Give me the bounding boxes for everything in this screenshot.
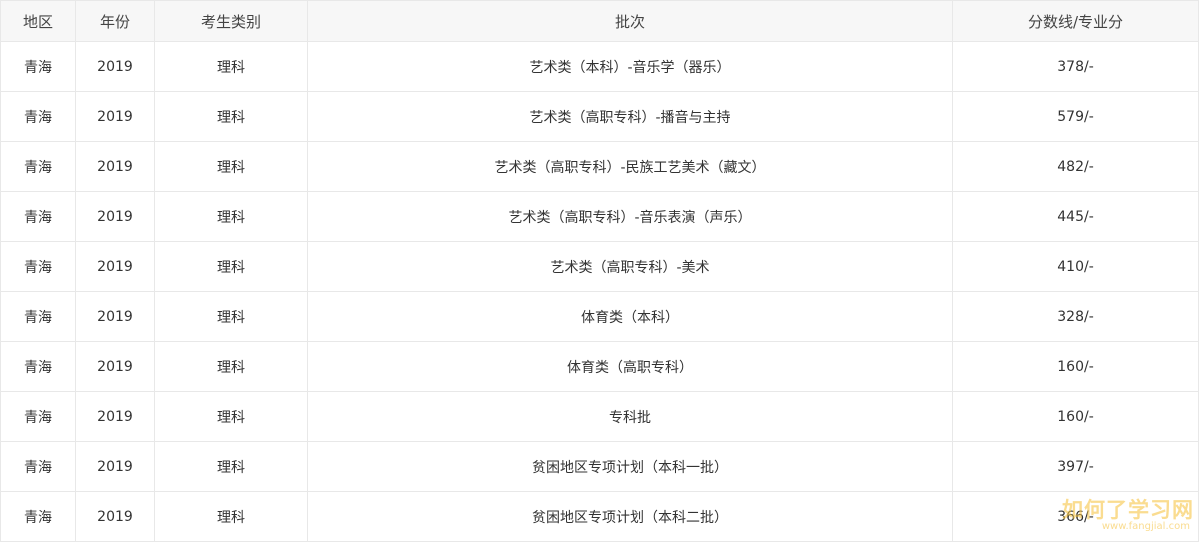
cell-score: 366/- bbox=[952, 491, 1199, 542]
table-row: 青海 2019 理科 艺术类（高职专科）-美术 410/- bbox=[0, 241, 1199, 292]
table-row: 青海 2019 理科 贫困地区专项计划（本科一批） 397/- bbox=[0, 441, 1199, 492]
cell-score: 397/- bbox=[952, 441, 1199, 492]
header-score: 分数线/专业分 bbox=[952, 0, 1199, 42]
cell-region: 青海 bbox=[0, 141, 76, 192]
cell-batch: 艺术类（高职专科）-民族工艺美术（藏文） bbox=[307, 141, 953, 192]
cell-batch: 艺术类（本科）-音乐学（器乐） bbox=[307, 41, 953, 92]
cell-category: 理科 bbox=[154, 441, 308, 492]
cell-score: 482/- bbox=[952, 141, 1199, 192]
cell-batch: 贫困地区专项计划（本科二批） bbox=[307, 491, 953, 542]
table-row: 青海 2019 理科 贫困地区专项计划（本科二批） 366/- bbox=[0, 491, 1199, 542]
header-region: 地区 bbox=[0, 0, 76, 42]
cell-year: 2019 bbox=[75, 41, 155, 92]
cell-region: 青海 bbox=[0, 441, 76, 492]
header-category: 考生类别 bbox=[154, 0, 308, 42]
score-table: 地区 年份 考生类别 批次 分数线/专业分 青海 2019 理科 艺术类（本科）… bbox=[0, 0, 1199, 542]
cell-batch: 艺术类（高职专科）-美术 bbox=[307, 241, 953, 292]
table-row: 青海 2019 理科 艺术类（本科）-音乐学（器乐） 378/- bbox=[0, 41, 1199, 92]
cell-batch: 贫困地区专项计划（本科一批） bbox=[307, 441, 953, 492]
cell-region: 青海 bbox=[0, 191, 76, 242]
cell-category: 理科 bbox=[154, 41, 308, 92]
cell-score: 410/- bbox=[952, 241, 1199, 292]
cell-score: 378/- bbox=[952, 41, 1199, 92]
cell-region: 青海 bbox=[0, 491, 76, 542]
cell-year: 2019 bbox=[75, 241, 155, 292]
header-year: 年份 bbox=[75, 0, 155, 42]
cell-region: 青海 bbox=[0, 241, 76, 292]
cell-category: 理科 bbox=[154, 91, 308, 142]
cell-score: 160/- bbox=[952, 391, 1199, 442]
cell-year: 2019 bbox=[75, 341, 155, 392]
cell-batch: 艺术类（高职专科）-播音与主持 bbox=[307, 91, 953, 142]
cell-year: 2019 bbox=[75, 391, 155, 442]
cell-category: 理科 bbox=[154, 141, 308, 192]
cell-region: 青海 bbox=[0, 41, 76, 92]
cell-score: 579/- bbox=[952, 91, 1199, 142]
cell-year: 2019 bbox=[75, 141, 155, 192]
cell-score: 328/- bbox=[952, 291, 1199, 342]
cell-year: 2019 bbox=[75, 291, 155, 342]
cell-year: 2019 bbox=[75, 491, 155, 542]
cell-category: 理科 bbox=[154, 191, 308, 242]
cell-region: 青海 bbox=[0, 291, 76, 342]
cell-category: 理科 bbox=[154, 341, 308, 392]
table-row: 青海 2019 理科 艺术类（高职专科）-播音与主持 579/- bbox=[0, 91, 1199, 142]
cell-year: 2019 bbox=[75, 191, 155, 242]
cell-category: 理科 bbox=[154, 291, 308, 342]
cell-region: 青海 bbox=[0, 341, 76, 392]
cell-year: 2019 bbox=[75, 91, 155, 142]
cell-score: 445/- bbox=[952, 191, 1199, 242]
cell-year: 2019 bbox=[75, 441, 155, 492]
cell-batch: 专科批 bbox=[307, 391, 953, 442]
table-row: 青海 2019 理科 专科批 160/- bbox=[0, 391, 1199, 442]
cell-score: 160/- bbox=[952, 341, 1199, 392]
cell-batch: 体育类（高职专科） bbox=[307, 341, 953, 392]
header-batch: 批次 bbox=[307, 0, 953, 42]
cell-region: 青海 bbox=[0, 91, 76, 142]
table-row: 青海 2019 理科 体育类（本科） 328/- bbox=[0, 291, 1199, 342]
cell-batch: 体育类（本科） bbox=[307, 291, 953, 342]
header-row: 地区 年份 考生类别 批次 分数线/专业分 bbox=[0, 0, 1199, 42]
table-row: 青海 2019 理科 艺术类（高职专科）-民族工艺美术（藏文） 482/- bbox=[0, 141, 1199, 192]
table-row: 青海 2019 理科 艺术类（高职专科）-音乐表演（声乐） 445/- bbox=[0, 191, 1199, 242]
cell-region: 青海 bbox=[0, 391, 76, 442]
cell-category: 理科 bbox=[154, 391, 308, 442]
cell-category: 理科 bbox=[154, 241, 308, 292]
cell-category: 理科 bbox=[154, 491, 308, 542]
table-row: 青海 2019 理科 体育类（高职专科） 160/- bbox=[0, 341, 1199, 392]
cell-batch: 艺术类（高职专科）-音乐表演（声乐） bbox=[307, 191, 953, 242]
